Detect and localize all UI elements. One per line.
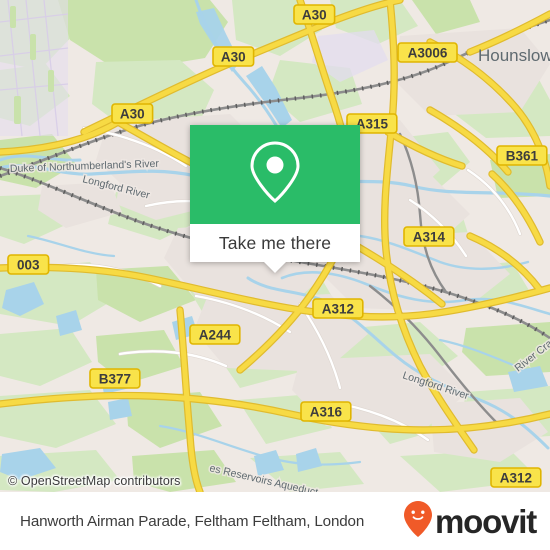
road-shield: A30 xyxy=(111,103,154,124)
callout-pointer xyxy=(264,262,286,273)
road-shield-label: A30 xyxy=(120,107,145,122)
take-me-there-label: Take me there xyxy=(218,232,332,253)
road-shield-label: 003 xyxy=(17,258,40,273)
callout-marker-area xyxy=(190,125,360,224)
road-shield-label: A312 xyxy=(500,471,532,486)
moovit-logo[interactable]: moovit xyxy=(403,500,537,543)
moovit-smiley-pin-icon xyxy=(403,500,433,543)
road-shield-label: A30 xyxy=(302,8,327,23)
road-shield: 003 xyxy=(7,254,50,275)
road-shield-label: A316 xyxy=(310,405,343,420)
road-shield-label: B377 xyxy=(99,372,131,387)
road-shield-label: A315 xyxy=(356,117,389,132)
osm-attribution: © OpenStreetMap contributors xyxy=(8,474,181,488)
road-shield-label: A244 xyxy=(199,328,232,343)
road-shield: A3006 xyxy=(397,42,458,63)
road-shield-label: B361 xyxy=(506,149,539,164)
road-shield: A314 xyxy=(403,226,455,247)
place-label: Hounslow xyxy=(478,46,550,65)
road-shield: A30 xyxy=(212,46,255,67)
footer-bar: Hanworth Airman Parade, Feltham Feltham,… xyxy=(0,492,550,550)
road-shield-label: A30 xyxy=(221,50,246,65)
road-shield: A30 xyxy=(293,4,336,25)
map-callout[interactable]: Take me there xyxy=(190,125,360,273)
road-shield-label: A314 xyxy=(413,230,446,245)
moovit-wordmark: moovit xyxy=(435,502,537,540)
take-me-there-button[interactable]: Take me there xyxy=(190,224,360,262)
road-shield: B377 xyxy=(89,368,141,389)
map-place-labels: Hounslow xyxy=(478,46,550,65)
road-shield: A244 xyxy=(189,324,241,345)
road-shield: A316 xyxy=(300,401,352,422)
road-shield-label: A312 xyxy=(322,302,354,317)
road-shield: A312 xyxy=(312,298,364,319)
map-pin-icon xyxy=(249,139,301,210)
screenshot-root: .land { fill:#efe9e4; } .res { fill:#e9e… xyxy=(0,0,550,550)
road-shield-label: A3006 xyxy=(408,46,448,61)
road-shield: A312 xyxy=(490,467,542,488)
location-title: Hanworth Airman Parade, Feltham Feltham,… xyxy=(20,512,365,530)
road-shield: B361 xyxy=(496,145,548,166)
